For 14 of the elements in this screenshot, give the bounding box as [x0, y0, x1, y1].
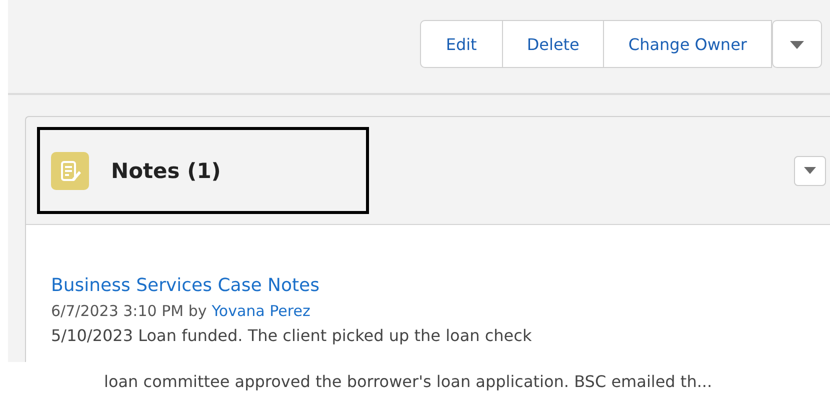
action-button[interactable]: Change Owner	[603, 20, 772, 68]
action-button[interactable]: Delete	[502, 20, 604, 68]
note-title-link[interactable]: Business Services Case Notes	[51, 275, 320, 296]
more-actions-button[interactable]	[772, 20, 822, 68]
card-menu-button[interactable]	[794, 156, 826, 186]
note-text: 5/10/2023 Loan funded. The client picked up the loan check	[51, 326, 532, 345]
caret-down-icon	[789, 40, 805, 50]
author-link[interactable]: Yovana Perez	[212, 302, 310, 320]
note-icon	[51, 152, 89, 190]
note-date: 6/7/2023 3:10 PM by	[51, 302, 207, 320]
note-text: loan committee approved the borrower's loan application. BSC emailed th...	[104, 372, 712, 391]
caret-down-icon	[803, 166, 817, 175]
action-button[interactable]: Edit	[420, 20, 503, 68]
card-title: Notes (1)	[111, 158, 221, 182]
